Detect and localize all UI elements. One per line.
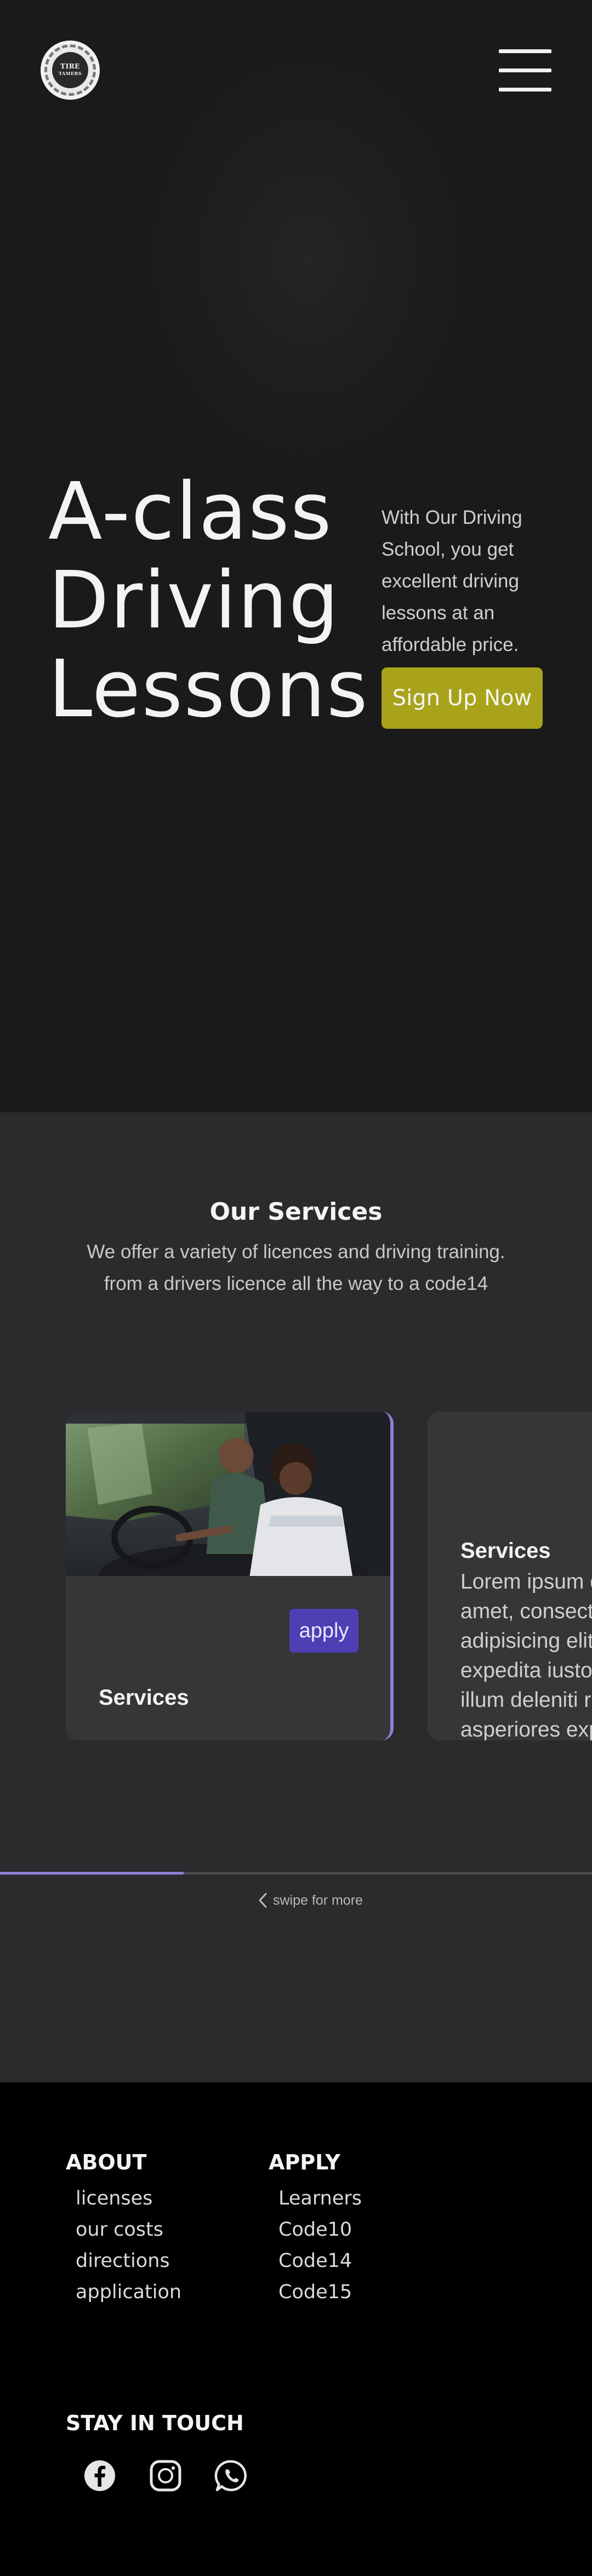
hero-description-line: With Our Driving xyxy=(382,507,522,528)
hamburger-menu-icon[interactable] xyxy=(499,47,554,94)
footer-link-licenses[interactable]: licenses xyxy=(76,2183,181,2214)
services-subtitle-line: from a drivers licence all the way to a … xyxy=(104,1273,488,1294)
hero-title: A-class Driving Lessons xyxy=(48,467,377,733)
logo[interactable]: TIRE TAMERS xyxy=(41,41,100,100)
footer-link-code14[interactable]: Code14 xyxy=(278,2246,362,2277)
footer-link-directions[interactable]: directions xyxy=(76,2246,181,2277)
footer-link-code15[interactable]: Code15 xyxy=(278,2277,362,2308)
footer-link-application[interactable]: application xyxy=(76,2277,181,2308)
logo-text-line1: TIRE xyxy=(60,62,80,70)
logo-text-line2: TAMERS xyxy=(58,71,82,76)
footer-heading: APPLY xyxy=(269,2150,340,2174)
hero-description-line: lessons at an xyxy=(382,602,495,624)
carousel-scroll-thumb[interactable] xyxy=(0,1872,184,1875)
carousel-scrollbar[interactable] xyxy=(0,1872,592,1875)
hero-title-line: Lessons xyxy=(48,643,369,735)
hero-description-line: School, you get xyxy=(382,539,514,560)
services-subtitle: We offer a variety of licences and drivi… xyxy=(0,1236,592,1300)
service-card[interactable]: Services Lorem ipsum dolor sit amet, con… xyxy=(428,1412,592,1740)
chevron-left-icon xyxy=(259,1893,267,1908)
hero-description: With Our Driving School, you get excelle… xyxy=(382,502,551,661)
menu-bar xyxy=(499,68,551,72)
card-body: Lorem ipsum dolor sit amet, consectetur … xyxy=(460,1570,592,1740)
hero-section: TIRE TAMERS A-class Driving Lessons With… xyxy=(0,0,592,1112)
sign-up-button[interactable]: Sign Up Now xyxy=(382,667,543,729)
services-title: Our Services xyxy=(209,1198,383,1226)
instagram-icon[interactable] xyxy=(148,2458,183,2493)
menu-bar xyxy=(499,49,551,53)
apply-button[interactable]: apply xyxy=(289,1609,358,1653)
hero-title-line: Driving xyxy=(48,554,340,646)
footer-about-column: ABOUT licenses our costs directions appl… xyxy=(66,2150,181,2308)
hero-title-line: A-class xyxy=(48,465,333,557)
footer-heading: ABOUT xyxy=(66,2150,147,2174)
swipe-hint: swipe for more xyxy=(258,1889,363,1911)
footer-link-learners[interactable]: Learners xyxy=(278,2183,362,2214)
footer: ABOUT licenses our costs directions appl… xyxy=(0,2082,592,2576)
driving-lesson-photo xyxy=(66,1412,390,1576)
logo-emblem: TIRE TAMERS xyxy=(52,52,88,88)
logo-ring: TIRE TAMERS xyxy=(44,44,96,96)
footer-link-our-costs[interactable]: our costs xyxy=(76,2214,181,2246)
footer-link-code10[interactable]: Code10 xyxy=(278,2214,362,2246)
whatsapp-icon[interactable] xyxy=(214,2458,249,2493)
menu-bar xyxy=(499,88,551,92)
service-card[interactable]: apply Services xyxy=(66,1412,394,1740)
footer-apply-column: APPLY Learners Code10 Code14 Code15 xyxy=(269,2150,362,2308)
services-section: Our Services We offer a variety of licen… xyxy=(0,1112,592,2082)
hero-description-line: affordable price. xyxy=(382,634,519,655)
services-subtitle-line: We offer a variety of licences and drivi… xyxy=(87,1241,505,1263)
stay-in-touch-heading: STAY IN TOUCH xyxy=(66,2411,244,2435)
facebook-icon[interactable] xyxy=(82,2458,117,2493)
social-links xyxy=(82,2458,249,2493)
hero-description-line: excellent driving xyxy=(382,570,519,592)
card-title: Services xyxy=(460,1539,551,1563)
card-label: Services xyxy=(99,1686,189,1710)
swipe-hint-label: swipe for more xyxy=(273,1892,363,1908)
